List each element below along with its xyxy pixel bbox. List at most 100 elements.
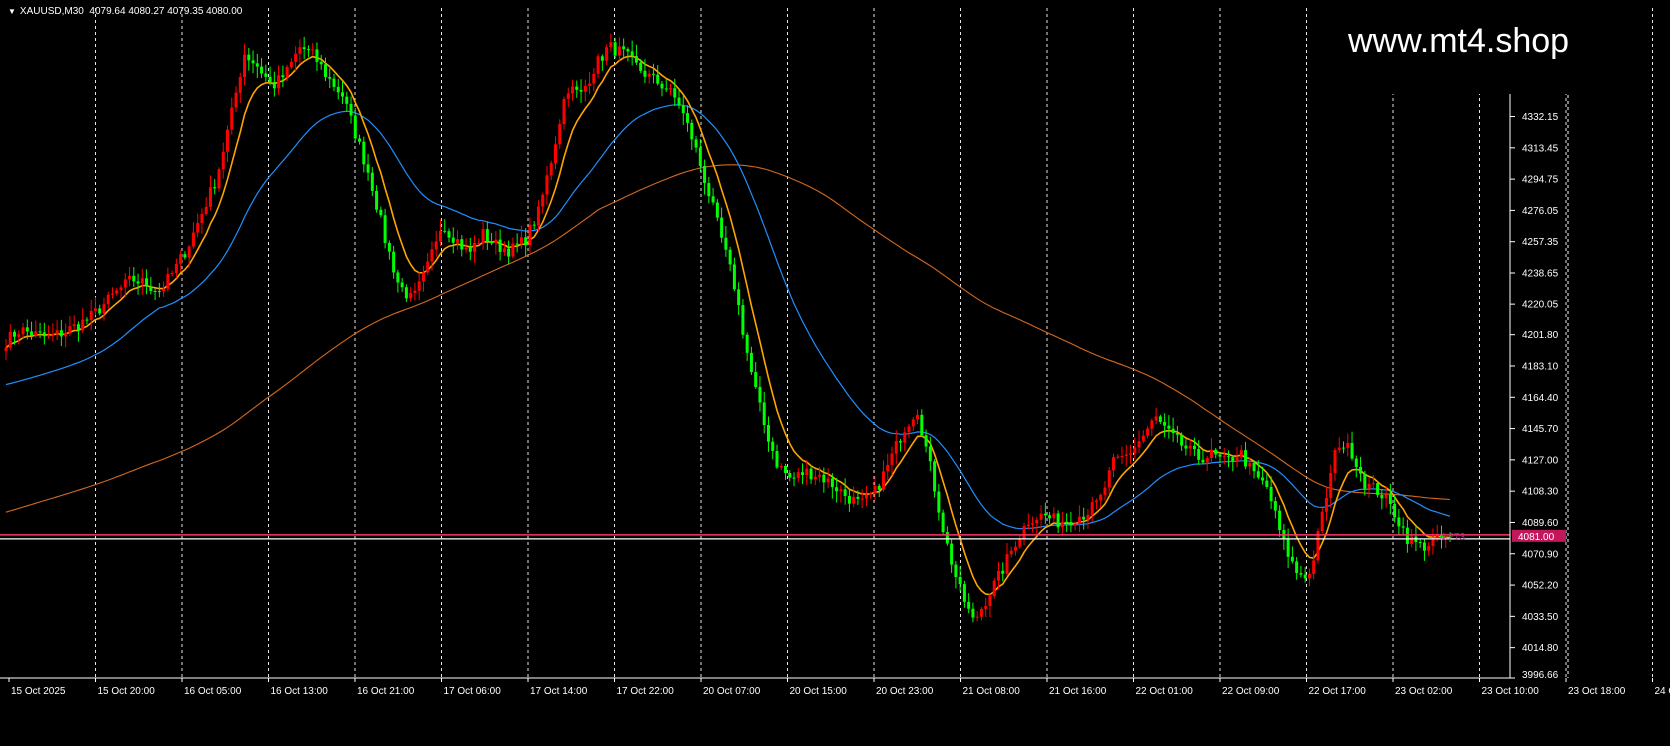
- candle-body: [728, 249, 732, 265]
- candle-body: [1146, 428, 1150, 436]
- candle-body: [153, 291, 157, 293]
- candle-body: [1248, 462, 1252, 467]
- candle-body: [285, 66, 289, 78]
- candle-body: [681, 105, 685, 114]
- candle-body: [536, 206, 540, 226]
- candle-body: [4, 347, 8, 352]
- y-tick-label: 4201.80: [1522, 330, 1559, 341]
- candle-body: [626, 49, 630, 52]
- candle-body: [558, 124, 562, 145]
- candle-body: [698, 147, 702, 166]
- y-tick-label: 4108.30: [1522, 487, 1559, 498]
- candle-body: [1026, 524, 1030, 527]
- candle-body: [839, 489, 843, 492]
- dropdown-triangle-icon[interactable]: ▼: [8, 7, 16, 16]
- candle-body: [988, 596, 992, 606]
- candle-body: [298, 47, 302, 54]
- candle-body: [426, 261, 430, 273]
- candle-body: [566, 93, 570, 100]
- candle-body: [864, 494, 868, 499]
- candle-body: [272, 81, 276, 89]
- candle-body: [1069, 522, 1073, 526]
- candle-body: [400, 282, 404, 288]
- candle-body: [1086, 514, 1090, 520]
- candle-body: [281, 75, 285, 78]
- candle-body: [1346, 442, 1350, 449]
- candle-body: [383, 215, 387, 243]
- candle-body: [72, 324, 76, 327]
- candle-body: [438, 230, 442, 242]
- x-tick-label: 15 Oct 20:00: [98, 686, 156, 697]
- candle-body: [843, 489, 847, 496]
- candle-body: [379, 209, 383, 216]
- candle-body: [404, 287, 408, 299]
- candle-body: [51, 334, 55, 336]
- candle-body: [162, 288, 166, 292]
- candle-body: [950, 543, 954, 565]
- candle-body: [1376, 483, 1380, 495]
- candle-body: [1269, 486, 1273, 502]
- line-note-label: 4.273: [1440, 532, 1465, 543]
- candle-body: [25, 327, 29, 332]
- candle-body: [396, 272, 400, 283]
- candle-body: [30, 331, 34, 336]
- candle-body: [1209, 449, 1213, 459]
- y-tick-label: 4257.35: [1522, 237, 1559, 248]
- candle-body: [869, 493, 873, 495]
- candle-body: [1422, 542, 1426, 551]
- y-tick-label: 4164.40: [1522, 393, 1559, 404]
- candle-body: [1418, 542, 1422, 544]
- candle-body: [749, 352, 753, 373]
- candle-body: [588, 83, 592, 86]
- candle-body: [434, 241, 438, 250]
- candle-body: [187, 246, 191, 258]
- candle-body: [1286, 538, 1290, 557]
- candle-body: [328, 77, 332, 79]
- x-tick-label: 20 Oct 07:00: [703, 686, 761, 697]
- candle-body: [1265, 480, 1269, 487]
- candle-body: [711, 196, 715, 203]
- candle-body: [1393, 503, 1397, 518]
- x-tick-label: 17 Oct 22:00: [617, 686, 675, 697]
- candle-body: [1022, 526, 1026, 539]
- candle-body: [877, 485, 881, 490]
- x-tick-label: 15 Oct 2025: [11, 686, 66, 697]
- candle-body: [745, 334, 749, 353]
- candle-body: [1312, 560, 1316, 575]
- candle-body: [251, 60, 255, 64]
- candle-body: [1111, 457, 1115, 471]
- candle-body: [200, 214, 204, 224]
- candle-body: [1192, 445, 1196, 450]
- candle-body: [656, 74, 660, 84]
- candle-body: [1043, 513, 1047, 516]
- candle-body: [208, 187, 212, 207]
- candle-body: [609, 42, 613, 48]
- price-tag-label: 4081.00: [1518, 532, 1555, 543]
- candle-body: [1405, 527, 1409, 544]
- y-tick-label: 4070.90: [1522, 549, 1559, 560]
- candle-body: [562, 99, 566, 125]
- candle-body: [903, 432, 907, 443]
- candle-body: [890, 453, 894, 465]
- candle-body: [1214, 449, 1218, 455]
- price-chart[interactable]: 4.2734081.00 4388.254369.554350.854332.1…: [0, 0, 1670, 746]
- candle-body: [183, 254, 187, 258]
- candle-body: [1290, 556, 1294, 562]
- candle-body: [93, 308, 97, 311]
- candle-body: [106, 294, 110, 305]
- candle-body: [860, 498, 864, 500]
- candle-body: [68, 326, 72, 333]
- candle-body: [451, 237, 455, 243]
- candle-body: [238, 77, 242, 93]
- candle-body: [545, 175, 549, 195]
- candle-body: [643, 70, 647, 77]
- candle-body: [924, 435, 928, 447]
- candle-body: [899, 441, 903, 443]
- candle-body: [102, 304, 106, 314]
- candle-body: [98, 308, 102, 314]
- x-tick-label: 23 Oct 10:00: [1482, 686, 1540, 697]
- candle-body: [766, 425, 770, 442]
- candle-body: [634, 55, 638, 63]
- candle-body: [494, 239, 498, 244]
- candle-body: [1141, 435, 1145, 442]
